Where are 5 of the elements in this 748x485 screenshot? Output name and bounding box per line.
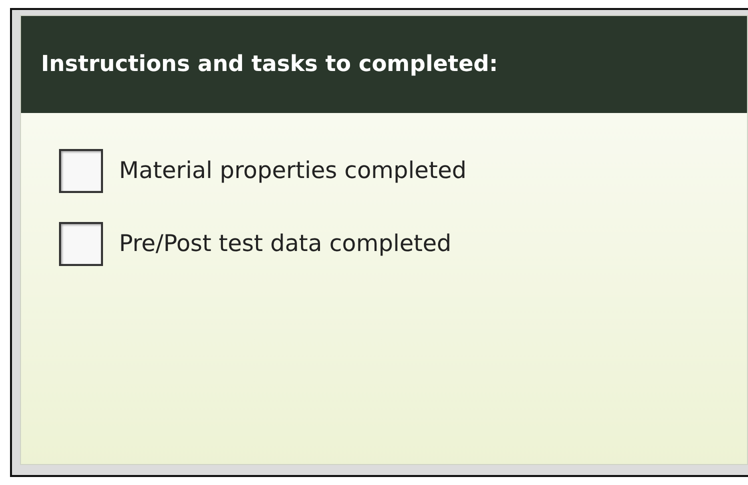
task-label: Material properties completed	[119, 158, 466, 184]
checkbox[interactable]	[59, 149, 103, 193]
task-label: Pre/Post test data completed	[119, 231, 452, 257]
checkbox[interactable]	[59, 222, 103, 266]
panel-header: Instructions and tasks to completed:	[21, 16, 747, 113]
